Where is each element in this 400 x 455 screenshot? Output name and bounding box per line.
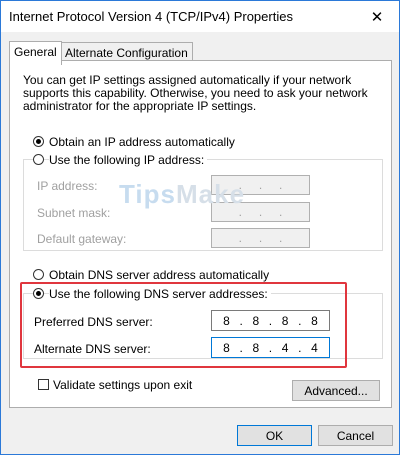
tab-alternate-configuration-label: Alternate Configuration <box>65 46 188 60</box>
ip-address-label: IP address: <box>37 179 98 193</box>
cancel-button-label: Cancel <box>336 428 375 443</box>
dns-highlight-annotation <box>20 282 347 368</box>
tipsmake-watermark: TipsMake <box>119 179 246 209</box>
tab-general[interactable]: General <box>9 41 62 65</box>
window-title: Internet Protocol Version 4 (TCP/IPv4) P… <box>9 9 293 24</box>
properties-dialog: Internet Protocol Version 4 (TCP/IPv4) P… <box>0 0 400 455</box>
radio-obtain-ip-auto[interactable] <box>33 136 44 147</box>
dialog-client: General Alternate Configuration You can … <box>1 32 399 454</box>
description-text: You can get IP settings assigned automat… <box>23 73 368 113</box>
use-following-ip-label[interactable]: Use the following IP address: <box>49 153 208 167</box>
subnet-mask-label: Subnet mask: <box>37 206 111 220</box>
advanced-button-label: Advanced... <box>304 383 368 398</box>
validate-settings-label[interactable]: Validate settings upon exit <box>53 378 192 392</box>
advanced-button[interactable]: Advanced... <box>292 380 380 401</box>
tab-general-label: General <box>14 45 57 59</box>
radio-selected-dot <box>36 139 41 144</box>
radio-use-following-ip[interactable] <box>33 154 44 165</box>
ok-button-label: OK <box>265 428 284 443</box>
close-icon[interactable]: ✕ <box>355 1 399 32</box>
title-bar: Internet Protocol Version 4 (TCP/IPv4) P… <box>1 1 399 32</box>
ok-button[interactable]: OK <box>237 425 312 446</box>
radio-obtain-dns-auto[interactable] <box>33 269 44 280</box>
obtain-dns-auto-label[interactable]: Obtain DNS server address automatically <box>49 268 269 282</box>
validate-settings-checkbox[interactable] <box>38 379 49 390</box>
obtain-ip-auto-label[interactable]: Obtain an IP address automatically <box>49 135 235 149</box>
cancel-button[interactable]: Cancel <box>318 425 393 446</box>
default-gateway-field: . . . <box>211 228 310 248</box>
default-gateway-label: Default gateway: <box>37 232 127 246</box>
